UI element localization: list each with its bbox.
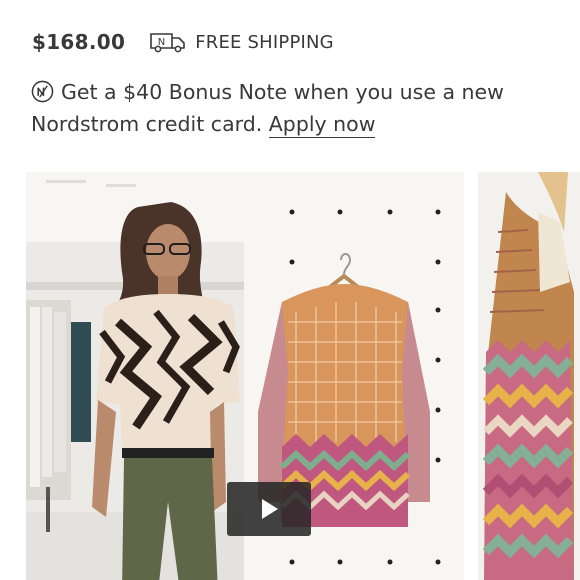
shipping-label: FREE SHIPPING: [195, 31, 334, 53]
promo-text: Get a $40 Bonus Note when you use a new …: [31, 80, 504, 136]
product-price: $168.00: [32, 30, 126, 54]
truck-icon: N: [150, 33, 186, 53]
nordstrom-note-icon: [31, 80, 54, 103]
free-shipping-badge: N FREE SHIPPING: [149, 31, 334, 53]
play-button[interactable]: [227, 482, 311, 536]
next-product-image[interactable]: [478, 172, 580, 580]
truck-icon-letter: N: [158, 37, 165, 48]
product-detail-page: $168.00 N FREE SHIPPING Get a $40 Bonus …: [0, 0, 580, 580]
credit-card-promo: Get a $40 Bonus Note when you use a new …: [31, 76, 551, 140]
price-row: $168.00 N FREE SHIPPING: [32, 28, 334, 56]
product-video-thumbnail[interactable]: [26, 172, 464, 580]
play-icon: [262, 499, 278, 519]
next-image-illustration: [478, 172, 580, 580]
apply-now-link[interactable]: Apply now: [268, 112, 376, 138]
